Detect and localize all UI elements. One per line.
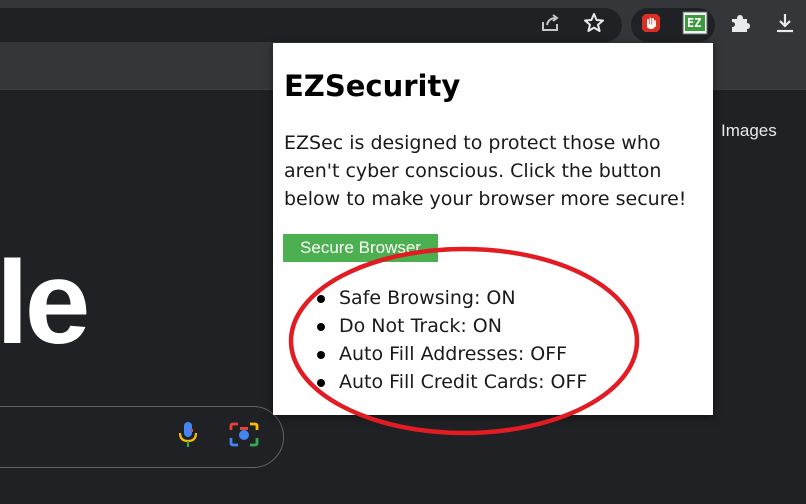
- ezsecurity-extension-icon[interactable]: EZ: [681, 10, 709, 36]
- google-logo: le: [0, 237, 90, 369]
- address-bar[interactable]: [0, 8, 622, 42]
- browser-toolbar: EZ: [0, 0, 806, 46]
- status-autofill-addresses: Auto Fill Addresses: OFF: [316, 340, 587, 368]
- secure-browser-button[interactable]: Secure Browser: [283, 234, 438, 262]
- puzzle-extensions-icon[interactable]: [727, 10, 753, 36]
- status-do-not-track: Do Not Track: ON: [316, 312, 587, 340]
- image-search-icon[interactable]: [228, 421, 260, 454]
- ezsecurity-badge-text: EZ: [687, 16, 702, 30]
- download-icon[interactable]: [772, 10, 798, 36]
- voice-search-icon[interactable]: [176, 420, 200, 455]
- security-status-list: Safe Browsing: ON Do Not Track: ON Auto …: [316, 284, 587, 396]
- bookmark-star-icon[interactable]: [581, 10, 607, 36]
- popup-description: EZSec is designed to protect those who a…: [284, 132, 687, 210]
- ezsecurity-popup: EZSecurity EZSec is designed to protect …: [273, 43, 713, 415]
- share-icon[interactable]: [537, 10, 563, 36]
- popup-title: EZSecurity: [284, 69, 461, 103]
- status-safe-browsing: Safe Browsing: ON: [316, 284, 587, 312]
- stop-hand-extension-icon[interactable]: [638, 10, 664, 36]
- status-autofill-credit-cards: Auto Fill Credit Cards: OFF: [316, 368, 587, 396]
- google-images-link[interactable]: Images: [721, 121, 777, 141]
